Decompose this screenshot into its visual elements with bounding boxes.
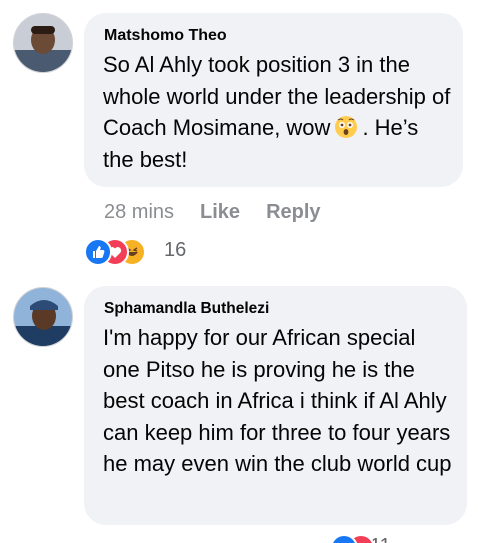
comment-time[interactable]: 28 mins — [104, 201, 174, 223]
reaction-count: 16 — [164, 239, 187, 261]
comment-meta: 28 mins Like Reply — [104, 201, 321, 224]
comment-text: So Al Ahly took position 3 in the whole … — [103, 49, 453, 175]
comment-meta: 11 — [0, 534, 478, 543]
like-button[interactable]: Like — [200, 201, 240, 223]
comment-text: I'm happy for our African special one Pi… — [103, 325, 452, 476]
comment-author[interactable]: Matshomo Theo — [104, 27, 227, 45]
reply-button[interactable]: Reply — [266, 201, 320, 223]
avatar[interactable] — [13, 287, 73, 347]
reaction-summary[interactable]: 16 — [84, 238, 204, 266]
like-reaction-icon — [84, 238, 112, 266]
astonished-face-icon — [334, 115, 358, 139]
reaction-summary[interactable]: 11 — [330, 534, 450, 543]
avatar[interactable] — [13, 13, 73, 73]
comment-author[interactable]: Sphamandla Buthelezi — [104, 300, 269, 318]
